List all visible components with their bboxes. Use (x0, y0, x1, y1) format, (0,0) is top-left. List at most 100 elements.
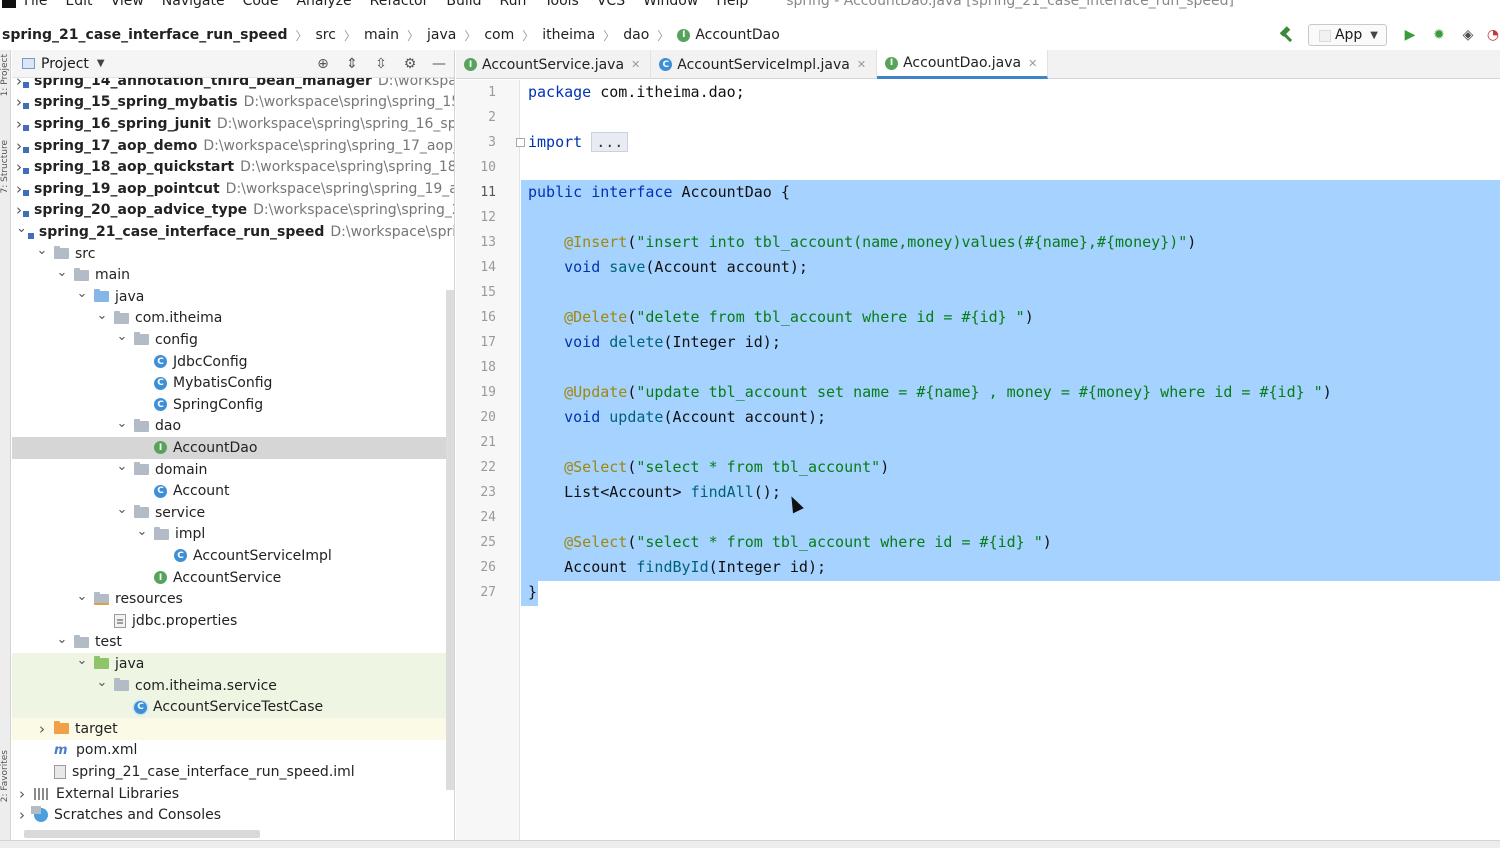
tree-item[interactable]: › spring_16_spring_junit D:\workspace\spri… (12, 113, 454, 135)
menu-analyze[interactable]: Analyze (296, 0, 351, 9)
tree-item[interactable]: ⌄ dao (12, 416, 454, 438)
menu-build[interactable]: Build (446, 0, 481, 9)
tree-item[interactable]: ⌄ spring_21_case_interface_run_speed D:\wo… (12, 221, 454, 243)
tree-item[interactable]: ›IAccountService (12, 567, 454, 589)
tree-item[interactable]: ›CMybatisConfig (12, 372, 454, 394)
tree-item[interactable]: ⌄ domain (12, 459, 454, 481)
chevron-down-icon[interactable]: ⌄ (136, 524, 148, 539)
breadcrumb-item[interactable]: com (484, 27, 514, 43)
tree-item[interactable]: ›CAccountServiceImpl (12, 545, 454, 567)
menu-run[interactable]: Run (500, 0, 527, 9)
chevron-down-icon[interactable]: ⌄ (116, 416, 128, 431)
run-config-selector[interactable]: App ▼ (1307, 24, 1387, 46)
tree-item[interactable]: › spring_17_aop_demo D:\workspace\spring\s… (12, 135, 454, 157)
tree-vertical-scrollbar[interactable] (446, 290, 454, 790)
coverage-icon[interactable]: ◈ (1457, 24, 1479, 46)
close-icon[interactable]: ✕ (631, 58, 640, 71)
tree-item[interactable]: › spring_19_aop_pointcut D:\workspace\spri… (12, 178, 454, 200)
tree-item[interactable]: › spring_18_aop_quickstart D:\workspace\sp… (12, 156, 454, 178)
menu-view[interactable]: View (111, 0, 144, 9)
chevron-right-icon[interactable]: › (16, 115, 22, 133)
breadcrumb-item[interactable]: AccountDao (695, 27, 779, 43)
chevron-down-icon[interactable]: ⌄ (116, 329, 128, 344)
editor-tab[interactable]: I AccountService.java ✕ (456, 50, 652, 79)
tree-item[interactable]: ›IAccountDao (12, 437, 454, 459)
chevron-down-icon[interactable]: ⌄ (16, 221, 27, 236)
breadcrumb-item[interactable]: itheima (542, 27, 595, 43)
chevron-down-icon[interactable]: ⌄ (36, 243, 48, 258)
chevron-right-icon[interactable]: › (16, 201, 22, 219)
menu-file[interactable]: File (24, 0, 47, 9)
chevron-right-icon[interactable]: › (36, 720, 48, 738)
editor-tab[interactable]: C AccountServiceImpl.java ✕ (651, 50, 878, 79)
chevron-down-icon[interactable]: ⌄ (116, 502, 128, 517)
chevron-right-icon[interactable]: › (16, 137, 22, 155)
tree-item[interactable]: › spring_20_aop_advice_type D:\workspace\s… (12, 200, 454, 222)
tree-horizontal-scrollbar[interactable] (24, 830, 260, 838)
tree-item[interactable]: ›CAccount (12, 480, 454, 502)
chevron-right-icon[interactable]: › (16, 158, 22, 176)
menu-help[interactable]: Help (716, 0, 748, 9)
chevron-right-icon[interactable]: › (16, 806, 28, 824)
tree-item[interactable]: ›spring_21_case_interface_run_speed.iml (12, 761, 454, 783)
tree-item[interactable]: ⌄ com.itheima.service (12, 674, 454, 697)
tree-item[interactable]: ⌄ test (12, 632, 454, 654)
editor-tab[interactable]: I AccountDao.java ✕ (877, 50, 1049, 79)
tree-item[interactable]: ⌄ java (12, 286, 454, 308)
menu-code[interactable]: Code (243, 0, 279, 9)
chevron-right-icon[interactable]: › (16, 180, 22, 198)
tree-item[interactable]: ⌄ java (12, 653, 454, 675)
close-icon[interactable]: ✕ (857, 58, 866, 71)
menu-navigate[interactable]: Navigate (162, 0, 225, 9)
breadcrumb-item[interactable]: spring_21_case_interface_run_speed (2, 27, 288, 43)
menu-tools[interactable]: Tools (544, 0, 579, 9)
locate-icon[interactable]: ⊕ (314, 55, 332, 73)
tree-item[interactable]: ⌄ service (12, 502, 454, 524)
run-icon[interactable]: ▶ (1399, 24, 1421, 46)
breadcrumb-item[interactable]: dao (623, 27, 649, 43)
collapse-all-icon[interactable]: ⇳ (372, 55, 390, 73)
expand-all-icon[interactable]: ⇕ (343, 55, 361, 73)
tree-item[interactable]: ›mpom.xml (12, 740, 454, 762)
chevron-down-icon[interactable]: ⌄ (116, 459, 128, 474)
hammer-icon[interactable] (1278, 27, 1294, 43)
chevron-down-icon[interactable]: ⌄ (56, 632, 68, 647)
project-tool-button[interactable]: 1: Project (0, 54, 10, 96)
tree-item[interactable]: ›CJdbcConfig (12, 351, 454, 373)
gear-icon[interactable]: ⚙ (401, 55, 419, 73)
structure-tool-button[interactable]: 7: Structure (0, 140, 10, 194)
tree-item[interactable]: › Scratches and Consoles (12, 804, 454, 826)
close-icon[interactable]: ✕ (1028, 57, 1037, 70)
menu-edit[interactable]: Edit (65, 0, 92, 9)
tree-item[interactable]: ⌄ main (12, 264, 454, 286)
chevron-right-icon[interactable]: › (16, 93, 22, 111)
favorites-tool-button[interactable]: 2: Favorites (0, 750, 10, 802)
chevron-right-icon[interactable]: › (16, 785, 28, 803)
breadcrumb-item[interactable]: java (427, 27, 456, 43)
tree-item[interactable]: ›jdbc.properties (12, 610, 454, 632)
chevron-down-icon[interactable]: ⌄ (56, 265, 68, 280)
tree-item[interactable]: ⌄ impl (12, 524, 454, 546)
project-panel-title[interactable]: Project (41, 56, 89, 72)
tree-item[interactable]: ›CAccountServiceTestCase (12, 696, 454, 718)
tree-item[interactable]: › External Libraries (12, 783, 454, 805)
minimize-icon[interactable]: — (430, 55, 448, 73)
tree-item[interactable]: ⌄ resources (12, 588, 454, 610)
tree-item[interactable]: ›CSpringConfig (12, 394, 454, 416)
chevron-down-icon[interactable]: ⌄ (76, 653, 88, 668)
debug-icon[interactable]: ✹ (1428, 24, 1450, 46)
chevron-down-icon[interactable]: ⌄ (96, 308, 108, 323)
menu-window[interactable]: Window (643, 0, 698, 9)
breadcrumb-item[interactable]: src (316, 27, 336, 43)
profile-icon[interactable]: ◔ (1486, 24, 1500, 46)
menu-vcs[interactable]: VCS (597, 0, 625, 9)
chevron-down-icon[interactable]: ⌄ (76, 286, 88, 301)
tree-item[interactable]: ⌄ com.itheima (12, 308, 454, 330)
tree-item[interactable]: ⌄ config (12, 329, 454, 351)
menu-refactor[interactable]: Refactor (370, 0, 429, 9)
breadcrumb-item[interactable]: main (364, 27, 399, 43)
chevron-down-icon[interactable]: ▼ (97, 58, 105, 69)
chevron-down-icon[interactable]: ⌄ (76, 589, 88, 604)
tree-item[interactable]: › spring_15_spring_mybatis D:\workspace\sp… (12, 92, 454, 114)
tree-item[interactable]: ⌄ src (12, 243, 454, 265)
